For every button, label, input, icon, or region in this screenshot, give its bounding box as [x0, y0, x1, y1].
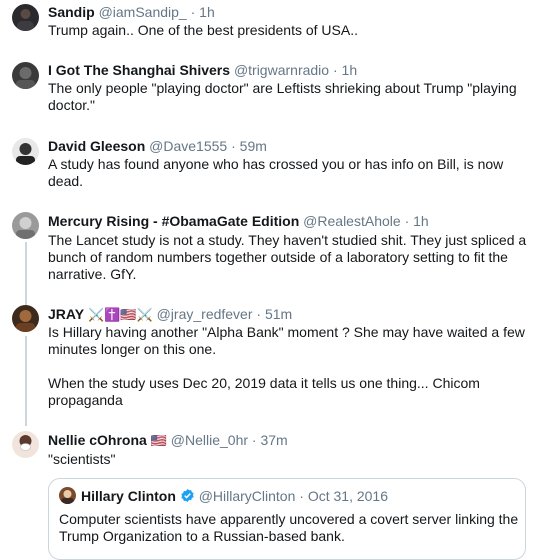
tweet-header: I Got The Shanghai Shivers @trigwarnradi… — [48, 61, 357, 79]
separator-dot: · — [256, 306, 262, 322]
display-name[interactable]: JRAY — [48, 306, 84, 322]
avatar[interactable] — [12, 212, 39, 239]
separator-dot: · — [404, 213, 410, 229]
user-handle[interactable]: @Nellie_0hr — [171, 432, 248, 448]
timestamp[interactable]: 1h — [342, 62, 358, 78]
tweet-text: A study has found anyone who has crossed… — [48, 156, 504, 189]
separator-dot: · — [231, 138, 236, 154]
tweet-header: Mercury Rising - #ObamaGate Edition @Rea… — [48, 212, 429, 230]
timestamp[interactable]: 1h — [199, 4, 215, 20]
tweet-text: "scientists" — [48, 451, 116, 467]
tweet-header: Sandip @iamSandip_ · 1h — [48, 3, 215, 21]
avatar[interactable] — [12, 4, 39, 31]
tweet-text: Trump again.. One of the best presidents… — [48, 22, 358, 38]
timestamp[interactable]: 37m — [260, 432, 287, 448]
avatar[interactable] — [59, 487, 76, 504]
avatar[interactable] — [12, 305, 39, 332]
separator-dot: · — [332, 62, 338, 78]
avatar[interactable] — [12, 138, 39, 165]
tweet-text: The only people "playing doctor" are Lef… — [48, 80, 517, 113]
tweet-text: The Lancet study is not a study. They ha… — [48, 232, 527, 282]
quoted-tweet-text: Computer scientists have apparently unco… — [59, 511, 519, 544]
user-handle[interactable]: @trigwarnradio — [234, 62, 329, 78]
display-name[interactable]: Mercury Rising - #ObamaGate Edition — [48, 213, 299, 229]
thread-line — [25, 242, 27, 314]
user-handle[interactable]: @jray_redfever — [157, 306, 253, 322]
separator-dot: · — [299, 488, 304, 504]
tweet-header: David Gleeson @Dave1555 · 59m — [48, 137, 267, 155]
display-name[interactable]: Nellie cOhrona — [48, 432, 147, 448]
thread-line — [25, 336, 27, 426]
user-handle[interactable]: @iamSandip_ — [99, 4, 187, 20]
name-emoji: 🇺🇸 — [150, 433, 167, 448]
tweet-text-paragraph: When the study uses Dec 20, 2019 data it… — [48, 375, 480, 408]
user-handle[interactable]: @HillaryClinton — [199, 488, 296, 504]
tweet-header: JRAY ⚔️✝️🇺🇸⚔️ @jray_redfever · 51m — [48, 305, 292, 324]
user-handle[interactable]: @Dave1555 — [149, 138, 227, 154]
display-name[interactable]: Sandip — [48, 4, 95, 20]
verified-badge-icon — [180, 488, 195, 503]
timestamp[interactable]: 1h — [413, 213, 429, 229]
avatar[interactable] — [12, 431, 39, 458]
separator-dot: · — [190, 4, 196, 20]
separator-dot: · — [251, 432, 257, 448]
user-handle[interactable]: @RealestAhole — [303, 213, 401, 229]
timestamp[interactable]: Oct 31, 2016 — [308, 488, 388, 504]
name-emoji: ⚔️✝️🇺🇸⚔️ — [87, 307, 153, 322]
display-name[interactable]: Hillary Clinton — [81, 488, 176, 504]
avatar[interactable] — [12, 62, 39, 89]
quoted-tweet[interactable]: Hillary Clinton @HillaryClinton · Oct 31… — [48, 478, 526, 560]
display-name[interactable]: David Gleeson — [48, 138, 145, 154]
tweet-header: Nellie cOhrona 🇺🇸 @Nellie_0hr · 37m — [48, 431, 288, 450]
quoted-tweet-header: Hillary Clinton @HillaryClinton · Oct 31… — [81, 487, 388, 505]
timestamp[interactable]: 51m — [265, 306, 292, 322]
tweet-text: Is Hillary having another "Alpha Bank" m… — [48, 324, 525, 357]
timestamp[interactable]: 59m — [240, 138, 267, 154]
display-name[interactable]: I Got The Shanghai Shivers — [48, 62, 230, 78]
